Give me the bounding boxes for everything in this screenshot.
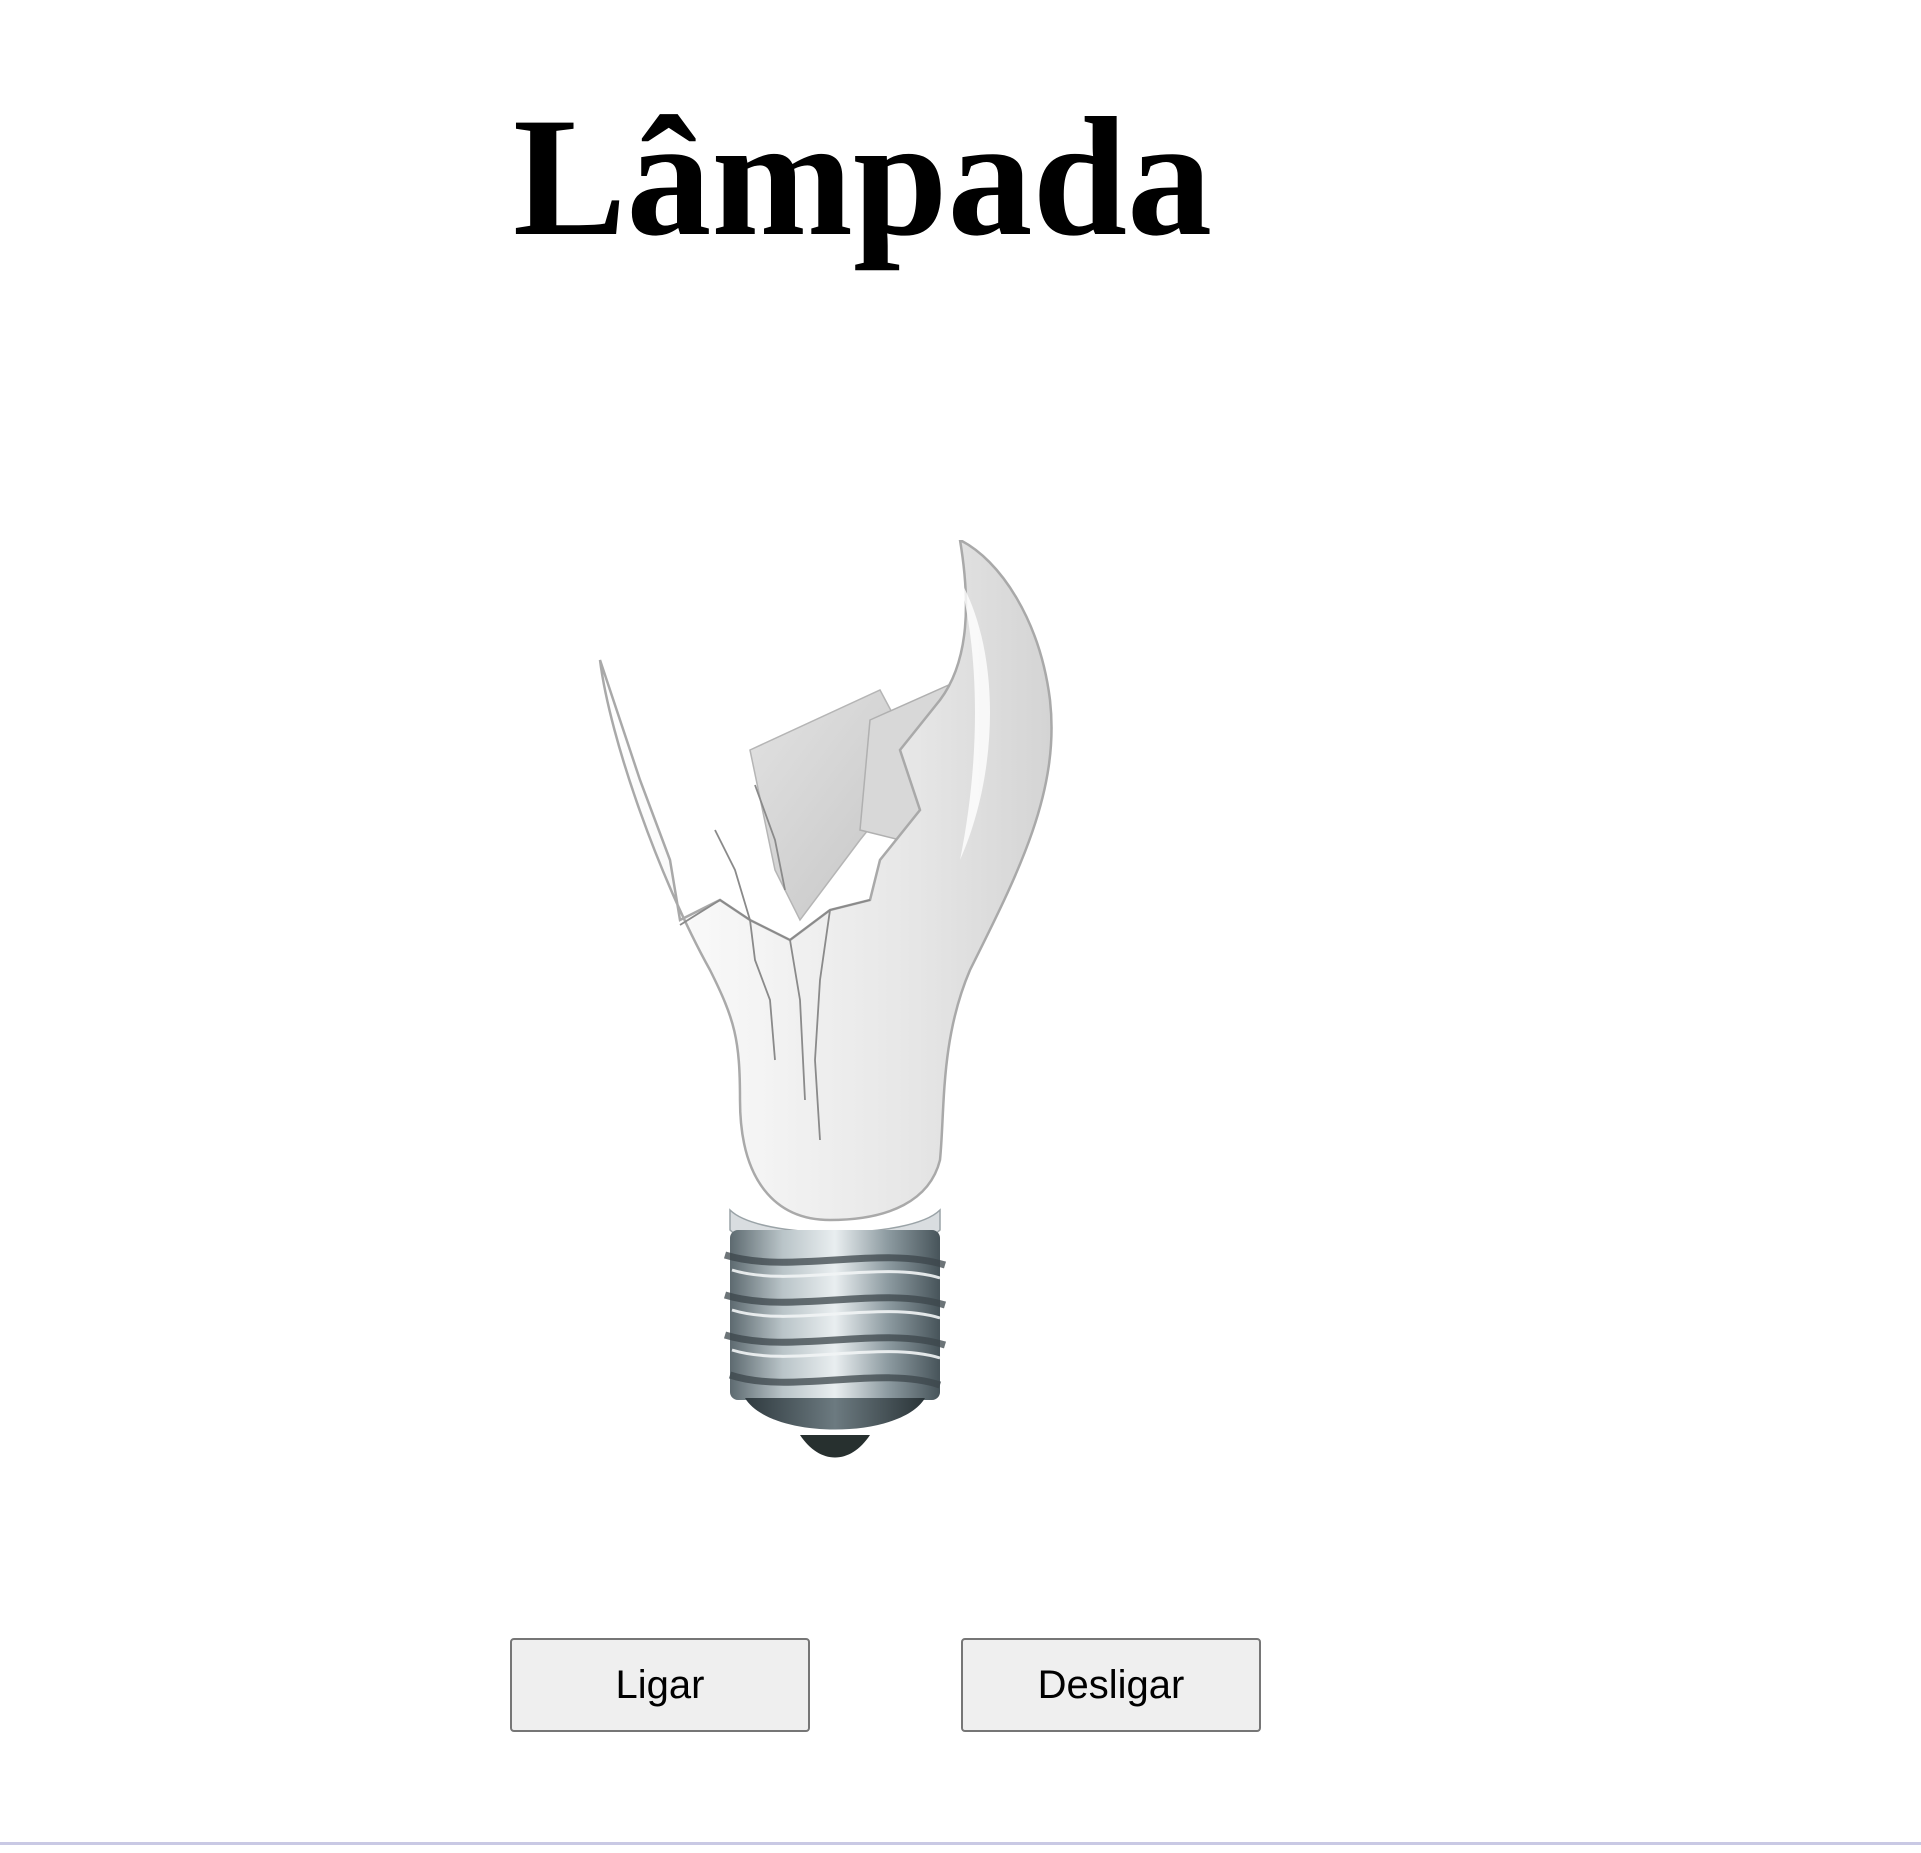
page-title: Lâmpada <box>513 83 1213 271</box>
turn-off-button[interactable]: Desligar <box>961 1638 1261 1732</box>
turn-on-button[interactable]: Ligar <box>510 1638 810 1732</box>
broken-bulb-icon <box>598 540 1053 1458</box>
broken-bulb-image <box>500 540 1200 1550</box>
bottom-divider <box>0 1842 1921 1845</box>
